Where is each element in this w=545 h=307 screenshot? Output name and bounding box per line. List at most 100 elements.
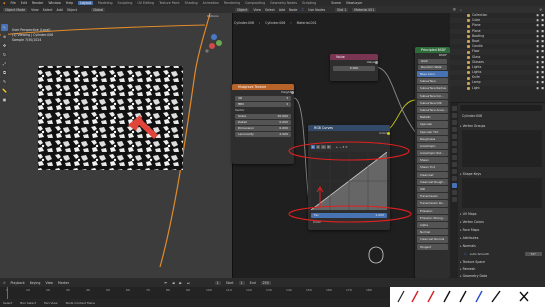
menu-marker[interactable]: Marker <box>58 281 69 285</box>
mode-selector[interactable]: Object Mode <box>3 7 28 12</box>
menu-select[interactable]: Select <box>265 8 275 12</box>
auto-smooth-angle-field[interactable]: 30° <box>524 252 542 256</box>
view-layer-selector[interactable]: ViewLayer <box>346 1 362 5</box>
tab-texture-paint[interactable]: Texture Paint <box>159 1 180 5</box>
playhead[interactable] <box>7 287 8 299</box>
editor-type-selector[interactable]: Object <box>235 7 250 12</box>
particles-tab-icon[interactable] <box>451 162 457 167</box>
menu-keying[interactable]: Keying <box>30 281 41 285</box>
properties-search[interactable] <box>460 105 542 111</box>
tab-modeling[interactable]: Modeling <box>98 1 113 5</box>
outliner-item-label: Light <box>472 85 480 90</box>
frame-tick-label: 150 <box>306 288 312 292</box>
tab-rendering[interactable]: Rendering <box>224 1 240 5</box>
section-shape-keys[interactable]: Shape Keys <box>460 171 543 177</box>
measure-tool-icon[interactable]: 📏 <box>1 87 8 94</box>
object-tab-icon[interactable] <box>451 148 457 153</box>
jump-end-icon[interactable]: ⏭ <box>187 281 190 285</box>
tab-animation[interactable]: Animation <box>203 1 219 5</box>
menu-add[interactable]: Add <box>57 8 63 12</box>
blender-logo-icon[interactable]: ◆ <box>3 1 5 5</box>
auto-smooth-checkbox-icon[interactable]: ☑ <box>464 252 467 256</box>
menu-view[interactable]: View <box>45 281 53 285</box>
menu-object[interactable]: Object <box>67 8 77 12</box>
output-tab-icon[interactable] <box>451 120 457 125</box>
current-frame-field[interactable]: 1 <box>214 280 221 285</box>
menu-add[interactable]: Add <box>279 8 285 12</box>
cursor-tool-icon[interactable]: ⊕ <box>1 33 8 40</box>
section-remesh[interactable]: Remesh <box>460 266 543 272</box>
section-vertex-colors[interactable]: Vertex Colors <box>460 219 543 225</box>
blender-window: ◆ File Edit Render Window Help Layout Mo… <box>0 0 545 307</box>
timeline-ruler[interactable]: 0102030405060708090100110120130140150160… <box>0 287 390 299</box>
add-cube-tool-icon[interactable]: ▣ <box>1 96 8 103</box>
frame-tick-label: 100 <box>206 288 212 292</box>
scene-tab-icon[interactable] <box>451 134 457 139</box>
play-reverse-icon[interactable]: ◀ <box>172 281 174 285</box>
tab-shading[interactable]: Shading <box>185 1 198 5</box>
auto-smooth-row: ☑ Auto Smooth 30° <box>464 251 542 257</box>
section-vertex-groups[interactable]: Vertex Groups <box>460 123 543 129</box>
modifier-tab-icon[interactable] <box>451 155 457 160</box>
tab-layout[interactable]: Layout <box>78 1 94 5</box>
menu-playback[interactable]: Playback <box>11 281 25 285</box>
render-camera-icon[interactable]: ▣ <box>541 86 544 91</box>
section-attributes[interactable]: Attributes <box>460 235 543 241</box>
data-tab-icon[interactable] <box>451 183 457 188</box>
menu-window[interactable]: Window <box>48 1 61 5</box>
physics-tab-icon[interactable] <box>451 169 457 174</box>
tab-compositing[interactable]: Compositing <box>245 1 265 5</box>
section-face-maps[interactable]: Face Maps <box>460 227 543 233</box>
tab-scripting[interactable]: Scripting <box>302 1 316 5</box>
outliner-type-icon[interactable]: ☰ <box>453 8 456 12</box>
end-frame-field[interactable]: 250 <box>260 280 271 285</box>
outliner-item[interactable]: Light ◉ ▣ <box>450 86 545 91</box>
section-normals[interactable]: Normals <box>460 243 543 249</box>
start-frame-field[interactable]: 1 <box>238 280 245 285</box>
material-selector[interactable]: Material.001 <box>352 7 377 12</box>
scale-tool-icon[interactable]: ⤢ <box>1 60 8 67</box>
scene-selector[interactable]: Scene <box>331 1 341 5</box>
render-tab-icon[interactable] <box>451 113 457 118</box>
world-tab-icon[interactable] <box>451 141 457 146</box>
select-tool-icon[interactable]: ↖ <box>1 24 8 31</box>
tab-sculpting[interactable]: Sculpting <box>118 1 133 5</box>
slot-selector[interactable]: Slot 1 <box>335 7 349 12</box>
3d-viewport[interactable] <box>0 13 232 278</box>
timeline-header: ⏱ Playback Keying View Marker ⏮ ◀ ▶ ⏭ 1 … <box>0 278 545 287</box>
tab-geometry-nodes[interactable]: Geometry Nodes <box>270 1 297 5</box>
menu-edit[interactable]: Edit <box>21 1 27 5</box>
menu-select[interactable]: Select <box>43 8 53 12</box>
outliner-search-icon[interactable]: ⌕ <box>460 8 462 12</box>
menu-node[interactable]: Node <box>289 8 297 12</box>
menu-help[interactable]: Help <box>66 1 73 5</box>
menu-file[interactable]: File <box>10 1 15 5</box>
section-texture-space[interactable]: Texture Space <box>460 259 543 265</box>
material-tab-icon[interactable] <box>451 190 457 195</box>
play-icon[interactable]: ▶ <box>179 281 181 285</box>
menu-render[interactable]: Render <box>32 1 43 5</box>
move-tool-icon[interactable]: ✥ <box>1 42 8 49</box>
object-type-icon <box>467 86 470 90</box>
jump-start-icon[interactable]: ⏮ <box>164 281 167 285</box>
timeline-editor-icon[interactable]: ⏱ <box>3 281 6 285</box>
texture-tab-icon[interactable] <box>451 197 457 202</box>
menu-view[interactable]: View <box>253 8 261 12</box>
constraints-tab-icon[interactable] <box>451 176 457 181</box>
viewport-options[interactable]: Options <box>207 14 219 18</box>
tool-tab-icon[interactable] <box>451 106 457 111</box>
menu-view[interactable]: View <box>31 8 39 12</box>
filter-icon[interactable]: ⛛ <box>539 8 542 12</box>
rotate-tool-icon[interactable]: ↻ <box>1 51 8 58</box>
transform-orientation[interactable]: Global <box>91 7 106 12</box>
view-layer-tab-icon[interactable] <box>451 127 457 132</box>
properties-panel: Cylinder.006 Vertex Groups Shape Keys UV… <box>450 102 545 279</box>
annotate-tool-icon[interactable]: ✎ <box>1 78 8 85</box>
visibility-eye-icon[interactable]: ◉ <box>536 86 539 91</box>
tab-uv-editing[interactable]: UV Editing <box>137 1 154 5</box>
transform-tool-icon[interactable]: ⧉ <box>1 69 8 76</box>
object-type-icon <box>467 81 470 85</box>
frame-tick-label: 10 <box>26 288 30 292</box>
section-uv-maps[interactable]: UV Maps <box>460 211 543 217</box>
use-nodes-checkbox-icon[interactable]: ☑ <box>301 8 304 12</box>
